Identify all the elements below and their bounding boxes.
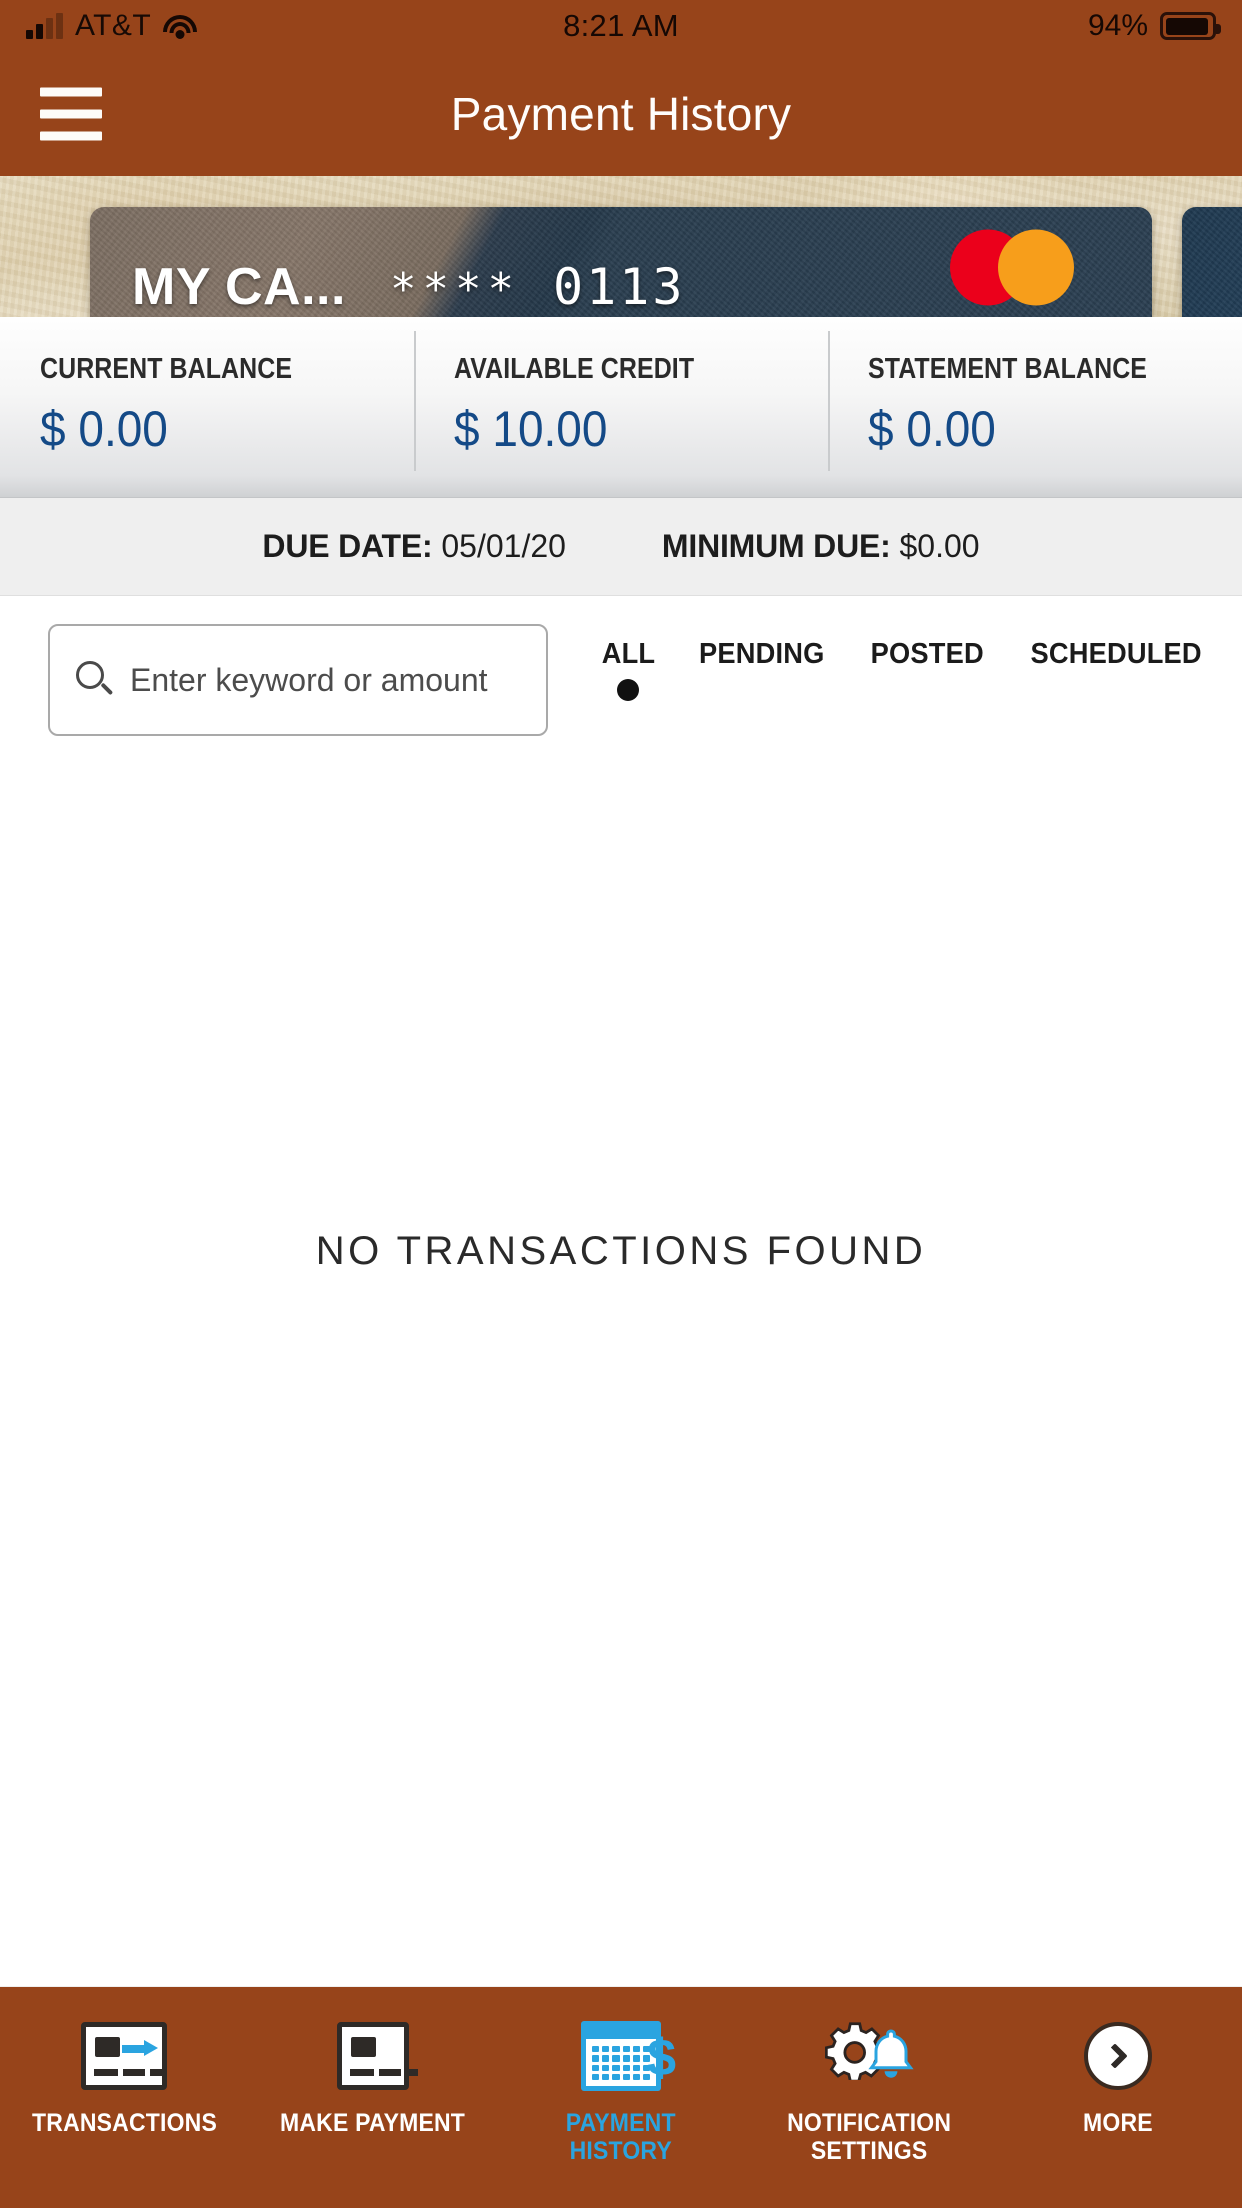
empty-state-message: NO TRANSACTIONS FOUND	[315, 1228, 927, 1273]
card-background-next	[1182, 207, 1242, 317]
balance-value: $ 10.00	[454, 401, 608, 457]
card-number: **** 0113	[390, 258, 686, 316]
balance-label: STATEMENT BALANCE	[868, 353, 1148, 385]
tab-pending[interactable]: PENDING	[695, 638, 829, 701]
minimum-due-value: $0.00	[899, 528, 980, 564]
balance-current: CURRENT BALANCE $ 0.00	[0, 317, 414, 497]
card-last-four: 0113	[553, 258, 686, 316]
clock-label: 8:21 AM	[563, 8, 679, 43]
tab-posted[interactable]: POSTED	[867, 638, 987, 701]
app-header: Payment History	[0, 52, 1242, 176]
balance-value: $ 0.00	[868, 401, 996, 457]
battery-icon	[1160, 12, 1221, 40]
search-icon	[74, 660, 114, 700]
tab-label: ALL	[601, 638, 656, 670]
tab-label: PENDING	[698, 638, 825, 670]
card-carousel[interactable]: MY CA... **** 0113 mastercard	[0, 176, 1242, 317]
card-arrow-icon	[81, 2015, 168, 2097]
bell-icon	[868, 2029, 915, 2078]
credit-card-next[interactable]	[1182, 207, 1242, 317]
tab-label: SCHEDULED	[1030, 638, 1202, 670]
nav-label: NOTIFICATION SETTINGS	[787, 2109, 952, 2165]
card-mask: ****	[389, 264, 520, 315]
nav-item-payment-history[interactable]: $ PAYMENT HISTORY	[497, 1987, 745, 2208]
nav-label: PAYMENT HISTORY	[566, 2109, 676, 2165]
hamburger-menu-icon[interactable]	[40, 87, 102, 141]
tab-scheduled[interactable]: SCHEDULED	[1025, 638, 1207, 701]
chevron-right-circle-icon	[1083, 2015, 1152, 2097]
page-title: Payment History	[450, 88, 792, 140]
credit-card-primary[interactable]: MY CA... **** 0113 mastercard	[90, 207, 1152, 317]
balances-row: CURRENT BALANCE $ 0.00 AVAILABLE CREDIT …	[0, 317, 1242, 498]
nav-label: MAKE PAYMENT	[280, 2109, 466, 2137]
search-placeholder: Enter keyword or amount	[130, 661, 488, 698]
card-nickname: MY CA...	[132, 258, 346, 316]
nav-item-notification-settings[interactable]: NOTIFICATION SETTINGS	[745, 1987, 993, 2208]
due-date: DUE DATE: 05/01/20	[262, 528, 566, 565]
due-date-value: 05/01/20	[441, 528, 566, 564]
search-filter-row: Enter keyword or amount ALL PENDING POST…	[0, 596, 1242, 736]
balance-value: $ 0.00	[40, 401, 168, 457]
transactions-list: NO TRANSACTIONS FOUND	[0, 736, 1242, 1766]
card-icon	[336, 2015, 418, 2097]
nav-label: MORE	[1082, 2109, 1153, 2137]
balance-label: CURRENT BALANCE	[40, 353, 293, 385]
minimum-due: MINIMUM DUE: $0.00	[662, 528, 980, 565]
bottom-navigation: TRANSACTIONS MAKE PAYMENT $ PAYMENT HIST…	[0, 1986, 1242, 2208]
tab-all[interactable]: ALL	[600, 638, 657, 701]
tab-label: POSTED	[870, 638, 984, 670]
status-bar: AT&T 8:21 AM 94%	[0, 0, 1242, 52]
active-tab-indicator	[617, 679, 640, 701]
balance-available-credit: AVAILABLE CREDIT $ 10.00	[414, 317, 828, 497]
nav-item-transactions[interactable]: TRANSACTIONS	[0, 1987, 248, 2208]
gear-bell-icon	[823, 2015, 915, 2097]
nav-item-more[interactable]: MORE	[994, 1987, 1242, 2208]
mastercard-logo-icon: mastercard	[942, 229, 1090, 317]
balance-label: AVAILABLE CREDIT	[454, 353, 695, 385]
search-input[interactable]: Enter keyword or amount	[48, 624, 548, 736]
due-summary-row: DUE DATE: 05/01/20 MINIMUM DUE: $0.00	[0, 498, 1242, 596]
dollar-sign-icon: $	[647, 2029, 677, 2087]
balance-statement: STATEMENT BALANCE $ 0.00	[828, 317, 1242, 497]
nav-item-make-payment[interactable]: MAKE PAYMENT	[248, 1987, 496, 2208]
nav-label: TRANSACTIONS	[31, 2109, 217, 2137]
minimum-due-label: MINIMUM DUE:	[661, 528, 891, 564]
filter-tabs: ALL PENDING POSTED SCHEDULED	[600, 638, 1207, 701]
due-date-label: DUE DATE:	[262, 528, 433, 564]
calendar-dollar-icon: $	[581, 2015, 676, 2097]
